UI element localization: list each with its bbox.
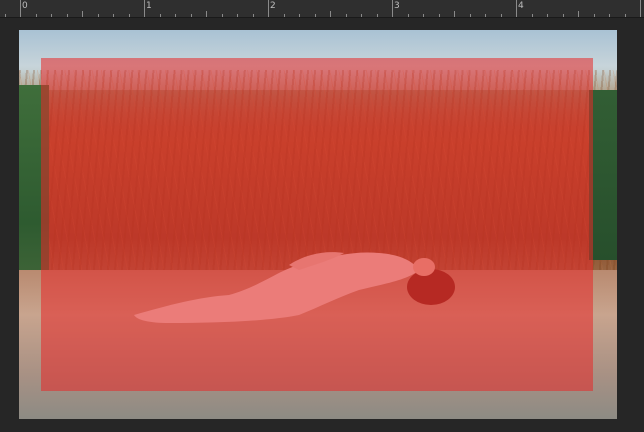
- ruler-label-1: 1: [146, 1, 152, 11]
- ruler-tick: [113, 14, 114, 17]
- ruler-tick: [454, 11, 455, 17]
- ruler-tick: [5, 14, 6, 17]
- ruler-tick: [330, 11, 331, 17]
- ruler-tick: [485, 14, 486, 17]
- ruler-tick: [578, 11, 579, 17]
- canvas-workspace[interactable]: [0, 18, 644, 432]
- ruler-tick: [191, 14, 192, 17]
- ruler-tick: [439, 14, 440, 17]
- ruler-tick: [346, 14, 347, 17]
- ruler-tick: [175, 14, 176, 17]
- ruler-tick: [408, 14, 409, 17]
- ruler-tick: [253, 14, 254, 17]
- ruler-tick: [423, 14, 424, 17]
- ruler-tick: [625, 14, 626, 17]
- ruler-tick: [516, 0, 517, 17]
- ruler-tick: [392, 0, 393, 17]
- ruler-tick: [129, 14, 130, 17]
- ruler-tick: [563, 14, 564, 17]
- ruler-tick: [284, 14, 285, 17]
- ruler-tick: [222, 14, 223, 17]
- ruler-tick: [532, 14, 533, 17]
- ruler-tick: [144, 0, 145, 17]
- ruler-tick: [299, 14, 300, 17]
- ruler-label-3: 3: [394, 1, 400, 11]
- ruler-label-2: 2: [270, 1, 276, 11]
- ruler-label-0: 0: [22, 1, 28, 11]
- ruler-tick: [20, 0, 21, 17]
- ruler-tick: [67, 14, 68, 17]
- horizontal-ruler[interactable]: 0 1 2 3 4: [0, 0, 644, 18]
- ruler-tick: [594, 14, 595, 17]
- ruler-tick: [315, 14, 316, 17]
- ruler-tick: [609, 14, 610, 17]
- ruler-tick: [98, 14, 99, 17]
- ruler-tick: [160, 14, 161, 17]
- ruler-tick: [268, 0, 269, 17]
- photo-trees-right: [589, 90, 617, 260]
- ruler-tick: [470, 14, 471, 17]
- ruler-tick: [547, 14, 548, 17]
- ruler-tick: [51, 14, 52, 17]
- ruler-tick: [501, 14, 502, 17]
- ruler-tick: [36, 14, 37, 17]
- ruler-tick: [640, 0, 641, 17]
- ruler-tick: [361, 14, 362, 17]
- quick-mask-selection-overlay[interactable]: [41, 58, 593, 391]
- ruler-tick: [82, 11, 83, 17]
- ruler-tick: [206, 11, 207, 17]
- ruler-label-4: 4: [518, 1, 524, 11]
- ruler-tick: [237, 14, 238, 17]
- ruler-tick: [377, 14, 378, 17]
